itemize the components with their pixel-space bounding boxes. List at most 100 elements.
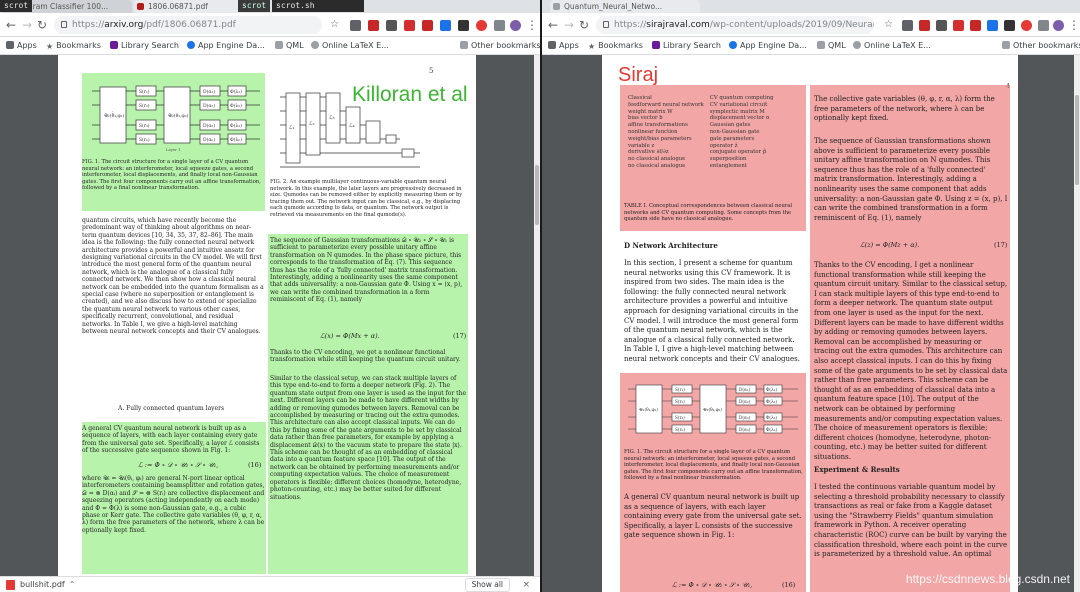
extension-icon[interactable] <box>458 20 469 31</box>
extension-icon[interactable] <box>476 20 487 31</box>
scrot-overlay: scrot <box>0 0 33 12</box>
pdf-viewer[interactable]: 4 Siraj ClassicalCV quantum computing fe… <box>542 55 1080 592</box>
forward-icon[interactable]: → <box>564 18 574 32</box>
bookmark-bookmarks[interactable]: ★ Bookmarks <box>588 37 643 55</box>
bookmark-apps[interactable]: Apps <box>548 37 579 55</box>
bookmark-app-engine[interactable]: App Engine Da... <box>729 37 807 55</box>
fig1-layer-label: Layer 1 <box>166 147 181 152</box>
extension-icon[interactable] <box>1021 20 1032 31</box>
table-cell: symplectic matrix M <box>709 108 765 115</box>
bookmark-online-latex[interactable]: Online LaTeX E... <box>853 37 931 55</box>
author-label: Killoran et al <box>352 83 468 106</box>
download-item[interactable]: bullshit.pdf ⌃ <box>6 579 75 591</box>
col2-paragraph-1: The sequence of Gaussian transformations… <box>270 237 463 304</box>
bookmark-library-search[interactable]: Library Search <box>110 37 179 55</box>
table-row: bias vector b displacement vector α <box>628 115 780 122</box>
bookmark-other[interactable]: Other bookmarks <box>1002 37 1080 55</box>
scrollbar-thumb[interactable] <box>535 165 539 225</box>
back-icon[interactable]: ← <box>6 18 16 32</box>
tab-arxiv-pdf[interactable]: 1806.06871.pdf <box>134 0 244 13</box>
lock-icon <box>61 21 67 28</box>
extension-icon[interactable] <box>350 20 361 31</box>
table-cell: displacement vector α <box>709 115 770 122</box>
bookmark-apps[interactable]: Apps <box>6 37 37 55</box>
bookmark-qml[interactable]: QML <box>275 37 304 55</box>
menu-icon[interactable]: ⋮ <box>1068 18 1080 32</box>
equation-16: ℒ := Φ ∘ 𝒟 ∘ 𝒰₂ ∘ 𝒮 ∘ 𝒰₁, <box>672 581 753 589</box>
address-bar-row: ← → ↻ https://sirajraval.com/wp-content/… <box>542 13 1080 37</box>
svg-text:D(α₃): D(α₃) <box>739 415 750 420</box>
pdf-viewer[interactable]: 5 𝒰₁(θ₁,φ₁) 𝒰₂(θ₂,φ₂) S(r₁) S(r₂) S(r₃) … <box>0 55 540 576</box>
circuit-diagram-fig1: 𝒰₁(θ₁,φ₁) 𝒰₂(θ₂,φ₂) S(r₁)S(r₂)S(r₃)S(rₙ) … <box>628 384 798 434</box>
fig1-caption: FIG. 1. The circuit structure for a sing… <box>82 159 261 192</box>
extension-icon[interactable] <box>386 20 397 31</box>
star-icon[interactable]: ☆ <box>330 18 339 32</box>
ublock-icon[interactable] <box>368 20 379 31</box>
extension-icon[interactable] <box>404 20 415 31</box>
bookmark-label: Apps <box>17 41 37 50</box>
bookmark-bookmarks[interactable]: ★ Bookmarks <box>46 37 101 55</box>
avatar[interactable] <box>1053 20 1064 31</box>
table-cell: nonlinear function <box>628 128 678 135</box>
section-d-paragraph: In this section, I present a scheme for … <box>624 259 800 363</box>
scrollbar[interactable] <box>1074 55 1080 592</box>
table-cell: operator ẑ <box>709 142 738 149</box>
scrot-sh-overlay: scrot.sh <box>272 0 364 12</box>
col1-paragraph-1: quantum circuits, which have recently be… <box>82 217 264 336</box>
extension-icon[interactable] <box>1004 20 1015 31</box>
star-icon[interactable]: ☆ <box>884 18 893 32</box>
svg-text:D(α₂): D(α₂) <box>739 399 750 404</box>
url-field[interactable]: https://sirajraval.com/wp-content/upload… <box>596 16 874 34</box>
bookmark-other[interactable]: Other bookmarks <box>460 37 540 55</box>
tab-siraj-pdf[interactable]: Quantum_Neural_Netwo... <box>550 0 700 13</box>
bookmark-label: Bookmarks <box>598 41 643 50</box>
svg-text:S(rₙ): S(rₙ) <box>139 136 150 143</box>
bookmark-online-latex[interactable]: Online LaTeX E... <box>311 37 389 55</box>
extension-icon[interactable] <box>494 20 505 31</box>
show-all-button[interactable]: Show all <box>464 578 510 592</box>
svg-text:S(rₙ): S(rₙ) <box>675 427 685 432</box>
extension-icon[interactable] <box>936 20 947 31</box>
bookmark-label: Online LaTeX E... <box>864 41 931 50</box>
folder-icon <box>275 41 283 49</box>
reload-icon[interactable]: ↻ <box>579 18 589 32</box>
extension-icon[interactable] <box>953 20 964 31</box>
bookmark-app-engine[interactable]: App Engine Da... <box>187 37 265 55</box>
general-network-paragraph: A general CV quantum neural network is b… <box>624 493 802 540</box>
shield-icon[interactable] <box>422 20 433 31</box>
author-label: Siraj <box>618 64 659 86</box>
left-browser-window: Program Classifier 100... 1806.06871.pdf… <box>0 0 540 592</box>
avatar[interactable] <box>510 20 521 31</box>
svg-text:S(r₂): S(r₂) <box>675 399 685 404</box>
extension-icon[interactable] <box>1038 20 1049 31</box>
forward-icon[interactable]: → <box>22 18 32 32</box>
apps-icon <box>548 41 556 49</box>
svg-text:ℒ₁: ℒ₁ <box>289 125 295 131</box>
menu-icon[interactable]: ⋮ <box>526 18 538 32</box>
svg-text:ℒ₄: ℒ₄ <box>349 123 355 129</box>
bookmark-label: Other bookmarks <box>1013 41 1080 50</box>
section-heading-d: D Network Architecture <box>624 241 718 250</box>
extension-icon[interactable] <box>902 20 913 31</box>
correspondence-table: Classical CV quantum computing feedforwar… <box>628 95 780 170</box>
shield-icon[interactable] <box>970 20 981 31</box>
svg-text:Φ(λ₃): Φ(λ₃) <box>766 415 777 420</box>
extension-icon[interactable] <box>987 20 998 31</box>
svg-text:D(α₁): D(α₁) <box>739 387 750 392</box>
svg-text:Φ(λ₂): Φ(λ₂) <box>766 399 777 404</box>
fig2-caption: FIG. 2. An example multilayer continuous… <box>270 179 463 218</box>
folder-icon <box>817 41 825 49</box>
back-icon[interactable]: ← <box>548 18 558 32</box>
extension-icon[interactable] <box>440 20 451 31</box>
scrollbar-thumb[interactable] <box>1075 95 1079 185</box>
svg-text:D(α₃): D(α₃) <box>203 122 215 129</box>
reload-icon[interactable]: ↻ <box>37 18 47 32</box>
bookmark-label: Online LaTeX E... <box>322 41 389 50</box>
bookmark-library-search[interactable]: Library Search <box>652 37 721 55</box>
col1-paragraph-2: A general CV quantum neural network is b… <box>82 425 260 455</box>
url-path: /wp-content/uploads/2019/09/Neural_... <box>709 20 874 30</box>
ublock-icon[interactable] <box>919 20 930 31</box>
bookmark-qml[interactable]: QML <box>817 37 846 55</box>
url-field[interactable]: https://arxiv.org/pdf/1806.06871.pdf <box>54 16 322 34</box>
close-icon[interactable]: × <box>522 578 530 592</box>
